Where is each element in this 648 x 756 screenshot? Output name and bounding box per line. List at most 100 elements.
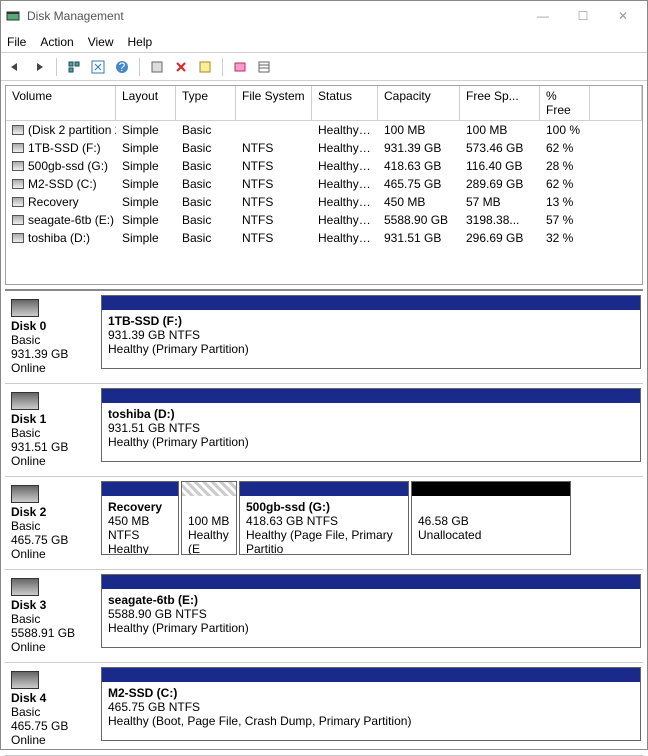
disk-row: Disk 0Basic931.39 GBOnline1TB-SSD (F:)93… [5, 291, 643, 384]
partition-box[interactable]: 1TB-SSD (F:)931.39 GB NTFSHealthy (Prima… [101, 295, 641, 369]
volume-pct: 62 % [540, 140, 590, 156]
delete-icon[interactable] [171, 57, 191, 77]
volume-row[interactable]: toshiba (D:)SimpleBasicNTFSHealthy (P...… [6, 229, 642, 247]
disk-name: Disk 1 [11, 412, 95, 426]
volume-layout: Simple [116, 194, 176, 210]
volume-layout: Simple [116, 158, 176, 174]
partition-box[interactable]: seagate-6tb (E:)5588.90 GB NTFSHealthy (… [101, 574, 641, 648]
volume-row[interactable]: M2-SSD (C:)SimpleBasicNTFSHealthy (B...4… [6, 175, 642, 193]
disk-info[interactable]: Disk 0Basic931.39 GBOnline [5, 295, 101, 379]
volume-row[interactable]: RecoverySimpleBasicNTFSHealthy (...450 M… [6, 193, 642, 211]
partition-box[interactable]: M2-SSD (C:)465.75 GB NTFSHealthy (Boot, … [101, 667, 641, 741]
partition-size: 931.39 GB NTFS [108, 328, 634, 342]
disk-type: Basic [11, 426, 95, 440]
volume-status: Healthy (B... [312, 176, 378, 192]
partition-box[interactable]: Recovery450 MB NTFSHealthy (OEM [101, 481, 179, 555]
volume-name: Recovery [28, 195, 79, 209]
volume-name: 500gb-ssd (G:) [28, 159, 108, 173]
volume-free: 57 MB [460, 194, 540, 210]
disk-status: Online [11, 361, 95, 375]
action-icon[interactable] [230, 57, 250, 77]
disk-row: Disk 4Basic465.75 GBOnlineM2-SSD (C:)465… [5, 663, 643, 756]
disk-icon [11, 299, 39, 317]
maximize-button[interactable]: ☐ [563, 1, 603, 31]
volume-icon [12, 143, 24, 153]
toolbar: ? [1, 53, 647, 81]
volume-fs: NTFS [236, 158, 312, 174]
menu-action[interactable]: Action [40, 35, 73, 49]
close-button[interactable]: ✕ [603, 1, 643, 31]
svg-text:?: ? [119, 60, 126, 74]
back-button[interactable] [5, 57, 25, 77]
disk-status: Online [11, 454, 95, 468]
col-layout[interactable]: Layout [116, 86, 176, 120]
col-capacity[interactable]: Capacity [378, 86, 460, 120]
volume-pct: 32 % [540, 230, 590, 246]
partition-bar [102, 575, 640, 589]
volume-free: 3198.38... [460, 212, 540, 228]
disk-info[interactable]: Disk 2Basic465.75 GBOnline [5, 481, 101, 565]
volume-type: Basic [176, 176, 236, 192]
disk-type: Basic [11, 612, 95, 626]
disk-icon [11, 485, 39, 503]
volume-fs: NTFS [236, 194, 312, 210]
volume-status: Healthy (P... [312, 158, 378, 174]
disk-icon [11, 578, 39, 596]
menu-file[interactable]: File [7, 35, 26, 49]
volume-row[interactable]: seagate-6tb (E:)SimpleBasicNTFSHealthy (… [6, 211, 642, 229]
volume-type: Basic [176, 122, 236, 138]
volume-free: 289.69 GB [460, 176, 540, 192]
volume-type: Basic [176, 212, 236, 228]
col-type[interactable]: Type [176, 86, 236, 120]
partition-bar [240, 482, 408, 496]
volume-layout: Simple [116, 230, 176, 246]
disk-size: 5588.91 GB [11, 626, 95, 640]
col-volume[interactable]: Volume [6, 86, 116, 120]
menu-view[interactable]: View [88, 35, 114, 49]
help-icon[interactable]: ? [112, 57, 132, 77]
volume-list[interactable]: Volume Layout Type File System Status Ca… [5, 85, 643, 285]
col-pct[interactable]: % Free [540, 86, 590, 120]
col-status[interactable]: Status [312, 86, 378, 120]
partition-box[interactable]: 46.58 GBUnallocated [411, 481, 571, 555]
volume-fs: NTFS [236, 230, 312, 246]
refresh-button[interactable] [88, 57, 108, 77]
menu-help[interactable]: Help [128, 35, 153, 49]
volume-type: Basic [176, 140, 236, 156]
volume-row[interactable]: 1TB-SSD (F:)SimpleBasicNTFSHealthy (P...… [6, 139, 642, 157]
partition-status: Healthy (Primary Partition) [108, 435, 634, 449]
partition-size: 5588.90 GB NTFS [108, 607, 634, 621]
disk-name: Disk 3 [11, 598, 95, 612]
volume-layout: Simple [116, 140, 176, 156]
col-free[interactable]: Free Sp... [460, 86, 540, 120]
volume-fs: NTFS [236, 176, 312, 192]
volume-icon [12, 233, 24, 243]
forward-button[interactable] [29, 57, 49, 77]
partition-title: 1TB-SSD (F:) [108, 314, 634, 328]
settings-icon[interactable] [147, 57, 167, 77]
disk-size: 931.51 GB [11, 440, 95, 454]
disk-icon [11, 671, 39, 689]
volume-row[interactable]: (Disk 2 partition 2)SimpleBasicHealthy (… [6, 121, 642, 139]
disk-info[interactable]: Disk 4Basic465.75 GBOnline [5, 667, 101, 751]
partition-status: Healthy (Page File, Primary Partitio [246, 528, 402, 554]
list-icon[interactable] [254, 57, 274, 77]
disk-status: Online [11, 640, 95, 654]
disk-info[interactable]: Disk 1Basic931.51 GBOnline [5, 388, 101, 472]
disk-info[interactable]: Disk 3Basic5588.91 GBOnline [5, 574, 101, 658]
menubar: File Action View Help [1, 31, 647, 53]
volume-status: Healthy (P... [312, 140, 378, 156]
col-fs[interactable]: File System [236, 86, 312, 120]
partition-bar [412, 482, 570, 496]
volume-type: Basic [176, 158, 236, 174]
scope-button[interactable] [64, 57, 84, 77]
partition-title: toshiba (D:) [108, 407, 634, 421]
partition-box[interactable]: 500gb-ssd (G:)418.63 GB NTFSHealthy (Pag… [239, 481, 409, 555]
partition-status: Unallocated [418, 528, 564, 542]
disk-name: Disk 4 [11, 691, 95, 705]
partition-box[interactable]: toshiba (D:)931.51 GB NTFSHealthy (Prima… [101, 388, 641, 462]
volume-row[interactable]: 500gb-ssd (G:) SimpleBasicNTFSHealthy (P.… [6, 157, 642, 175]
properties-icon[interactable] [195, 57, 215, 77]
minimize-button[interactable]: — [523, 1, 563, 31]
partition-box[interactable]: 100 MBHealthy (E [181, 481, 237, 555]
